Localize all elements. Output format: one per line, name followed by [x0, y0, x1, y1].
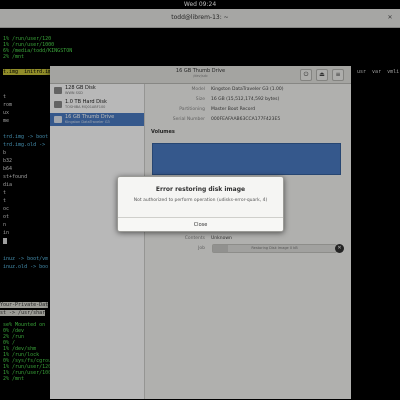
dialog-title: Error restoring disk image	[155, 186, 246, 193]
error-dialog: Error restoring disk image Not authorize…	[117, 176, 284, 232]
dialog-message: Not authorized to perform operation (udi…	[133, 198, 268, 203]
close-button[interactable]: Close	[118, 217, 283, 231]
